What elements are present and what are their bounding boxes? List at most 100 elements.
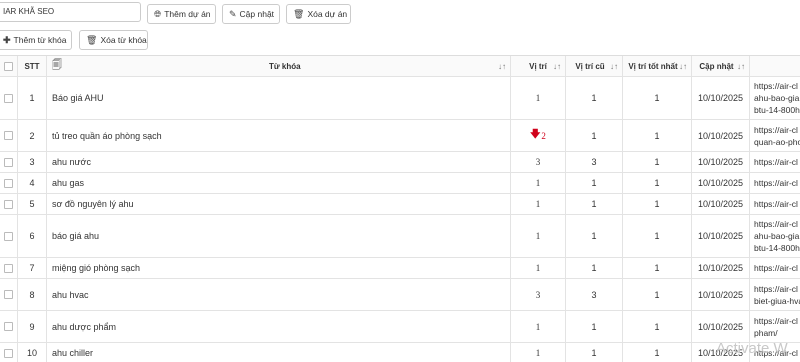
position-value: 1 xyxy=(535,178,541,188)
keyword-cell: miệng gió phòng sạch xyxy=(47,258,511,278)
sort-icon[interactable]: ↓↑ xyxy=(737,62,745,71)
row-checkbox[interactable] xyxy=(4,199,13,209)
row-select-cell xyxy=(0,215,18,257)
stt-cell: 9 xyxy=(18,311,47,342)
table-row[interactable]: 10 ahu chiller 1 1 1 10/10/2025 https://air-cl xyxy=(0,343,800,362)
sort-icon[interactable]: ↓↑ xyxy=(553,62,561,71)
row-select-cell xyxy=(0,194,18,214)
keyword-cell: tủ treo quần áo phòng sạch xyxy=(47,120,511,151)
row-select-cell xyxy=(0,343,18,362)
trash-icon: 🗑︎ xyxy=(293,8,305,19)
row-checkbox[interactable] xyxy=(4,322,13,331)
table-row[interactable]: 3 ahu nước 3 3 1 10/10/2025 https://air-cl xyxy=(0,152,800,173)
table-row[interactable]: 7 miệng gió phòng sạch 1 1 1 10/10/2025 https:… xyxy=(0,258,800,279)
url-link[interactable]: https://air-cl biet-giua-hva xyxy=(754,283,800,307)
delete-project-button[interactable]: 🗑︎ Xóa dự án xyxy=(286,4,351,24)
updated-value: 10/10/2025 xyxy=(697,130,744,141)
position-value: 1 xyxy=(535,321,541,332)
best-position-value: 1 xyxy=(654,130,660,141)
url-link[interactable]: https://air-cl quan-ao-pho xyxy=(754,124,800,148)
header-best-position[interactable]: Vị trí tốt nhất ↓↑ xyxy=(623,56,692,76)
old-position-value: 1 xyxy=(591,231,597,241)
stt-cell: 8 xyxy=(18,279,47,310)
header-keyword[interactable]: 🗐︎ Từ khóa ↓↑ xyxy=(47,56,511,76)
url-cell: https://air-cl xyxy=(750,152,800,172)
position-cell: 1 xyxy=(511,173,566,193)
stt-value: 1 xyxy=(29,93,35,103)
keyword-cell: ahu chiller xyxy=(47,343,511,362)
header-old-position-label: Vị trí cũ xyxy=(575,61,605,71)
updated-value: 10/10/2025 xyxy=(697,321,744,332)
updated-value: 10/10/2025 xyxy=(697,157,744,167)
row-checkbox[interactable] xyxy=(4,231,13,241)
table-row[interactable]: 1 Báo giá AHU 1 1 1 10/10/2025 https://air-cl … xyxy=(0,77,800,120)
best-position-value: 1 xyxy=(654,199,660,209)
url-link[interactable]: https://air-cl xyxy=(754,177,798,189)
add-project-button[interactable]: 🌐︎ Thêm dự án xyxy=(147,4,216,24)
url-cell: https://air-cl ahu-bao-gia btu-14-800h xyxy=(750,215,800,257)
sort-icon[interactable]: ↓↑ xyxy=(610,62,618,71)
table-row[interactable]: 4 ahu gas 1 1 1 10/10/2025 https://air-cl xyxy=(0,173,800,194)
keyword-value: ahu hvac xyxy=(52,289,89,300)
old-position-value: 1 xyxy=(591,178,597,188)
header-old-position[interactable]: Vị trí cũ ↓↑ xyxy=(566,56,623,76)
row-select-cell xyxy=(0,279,18,310)
best-position-value: 1 xyxy=(654,157,660,167)
add-keyword-button[interactable]: ✚ Thêm từ khóa xyxy=(0,30,72,50)
best-position-value: 1 xyxy=(654,263,660,273)
url-cell: https://air-cl xyxy=(750,173,800,193)
url-cell: https://air-cl xyxy=(750,194,800,214)
url-link[interactable]: https://air-cl xyxy=(754,262,798,274)
sort-icon[interactable]: ↓↑ xyxy=(679,62,687,71)
stt-cell: 2 xyxy=(18,120,47,151)
sort-icon[interactable]: ↓↑ xyxy=(498,62,506,71)
row-checkbox[interactable] xyxy=(4,348,13,358)
best-position-cell: 1 xyxy=(623,215,692,257)
updated-cell: 10/10/2025 xyxy=(692,279,750,310)
old-position-cell: 1 xyxy=(566,343,623,362)
stt-value: 4 xyxy=(29,178,35,188)
old-position-value: 1 xyxy=(591,199,597,209)
row-checkbox[interactable] xyxy=(4,131,13,140)
best-position-cell: 1 xyxy=(623,311,692,342)
url-link[interactable]: https://air-cl xyxy=(754,198,798,210)
table-row[interactable]: 5 sơ đồ nguyên lý ahu 1 1 1 10/10/2025 https:/… xyxy=(0,194,800,215)
project-select[interactable]: IAR KHÃ SEO xyxy=(0,2,141,22)
table-row[interactable]: 6 báo giá ahu 1 1 1 10/10/2025 https://air-cl … xyxy=(0,215,800,258)
best-position-cell: 1 xyxy=(623,279,692,310)
best-position-cell: 1 xyxy=(623,77,692,119)
url-link[interactable]: https://air-cl ahu-bao-gia btu-14-800h xyxy=(754,80,800,116)
url-link[interactable]: https://air-cl ahu-bao-gia btu-14-800h xyxy=(754,218,800,254)
position-value: 1 xyxy=(535,199,541,209)
row-checkbox[interactable] xyxy=(4,157,13,167)
row-checkbox[interactable] xyxy=(4,178,13,188)
stt-cell: 1 xyxy=(18,77,47,119)
row-checkbox[interactable] xyxy=(4,93,13,103)
table-row[interactable]: 8 ahu hvac 3 3 1 10/10/2025 https://air-cl bie… xyxy=(0,279,800,311)
row-checkbox[interactable] xyxy=(4,290,13,299)
delete-keyword-button[interactable]: 🗑︎ Xóa từ khóa xyxy=(79,30,148,50)
select-all-cell xyxy=(0,56,18,76)
header-updated-label: Cập nhật xyxy=(699,61,734,71)
header-stt[interactable]: STT xyxy=(18,56,47,76)
position-cell: 3 xyxy=(511,152,566,172)
header-position[interactable]: Vị trí ↓↑ xyxy=(511,56,566,76)
url-link[interactable]: https://air-cl xyxy=(754,156,798,168)
updated-cell: 10/10/2025 xyxy=(692,258,750,278)
url-link[interactable]: https://air-cl pham/ xyxy=(754,315,798,339)
table-row[interactable]: 9 ahu dược phẩm 1 1 1 10/10/2025 https://air-c… xyxy=(0,311,800,343)
old-position-value: 1 xyxy=(591,348,597,358)
header-updated[interactable]: Cập nhật ↓↑ xyxy=(692,56,750,76)
url-cell: https://air-cl biet-giua-hva xyxy=(750,279,800,310)
updated-cell: 10/10/2025 xyxy=(692,152,750,172)
updated-value: 10/10/2025 xyxy=(697,93,744,103)
table-row[interactable]: 2 tủ treo quần áo phòng sạch 🡇 2 1 1 10/10/202… xyxy=(0,120,800,152)
row-select-cell xyxy=(0,258,18,278)
update-button[interactable]: ✎ Cập nhật xyxy=(222,4,280,24)
stt-value: 5 xyxy=(29,199,35,209)
keyword-cell: sơ đồ nguyên lý ahu xyxy=(47,194,511,214)
position-value: 2 xyxy=(541,130,546,141)
row-checkbox[interactable] xyxy=(4,263,13,273)
keyword-value: miệng gió phòng sạch xyxy=(52,263,141,273)
select-all-checkbox[interactable] xyxy=(4,61,13,71)
